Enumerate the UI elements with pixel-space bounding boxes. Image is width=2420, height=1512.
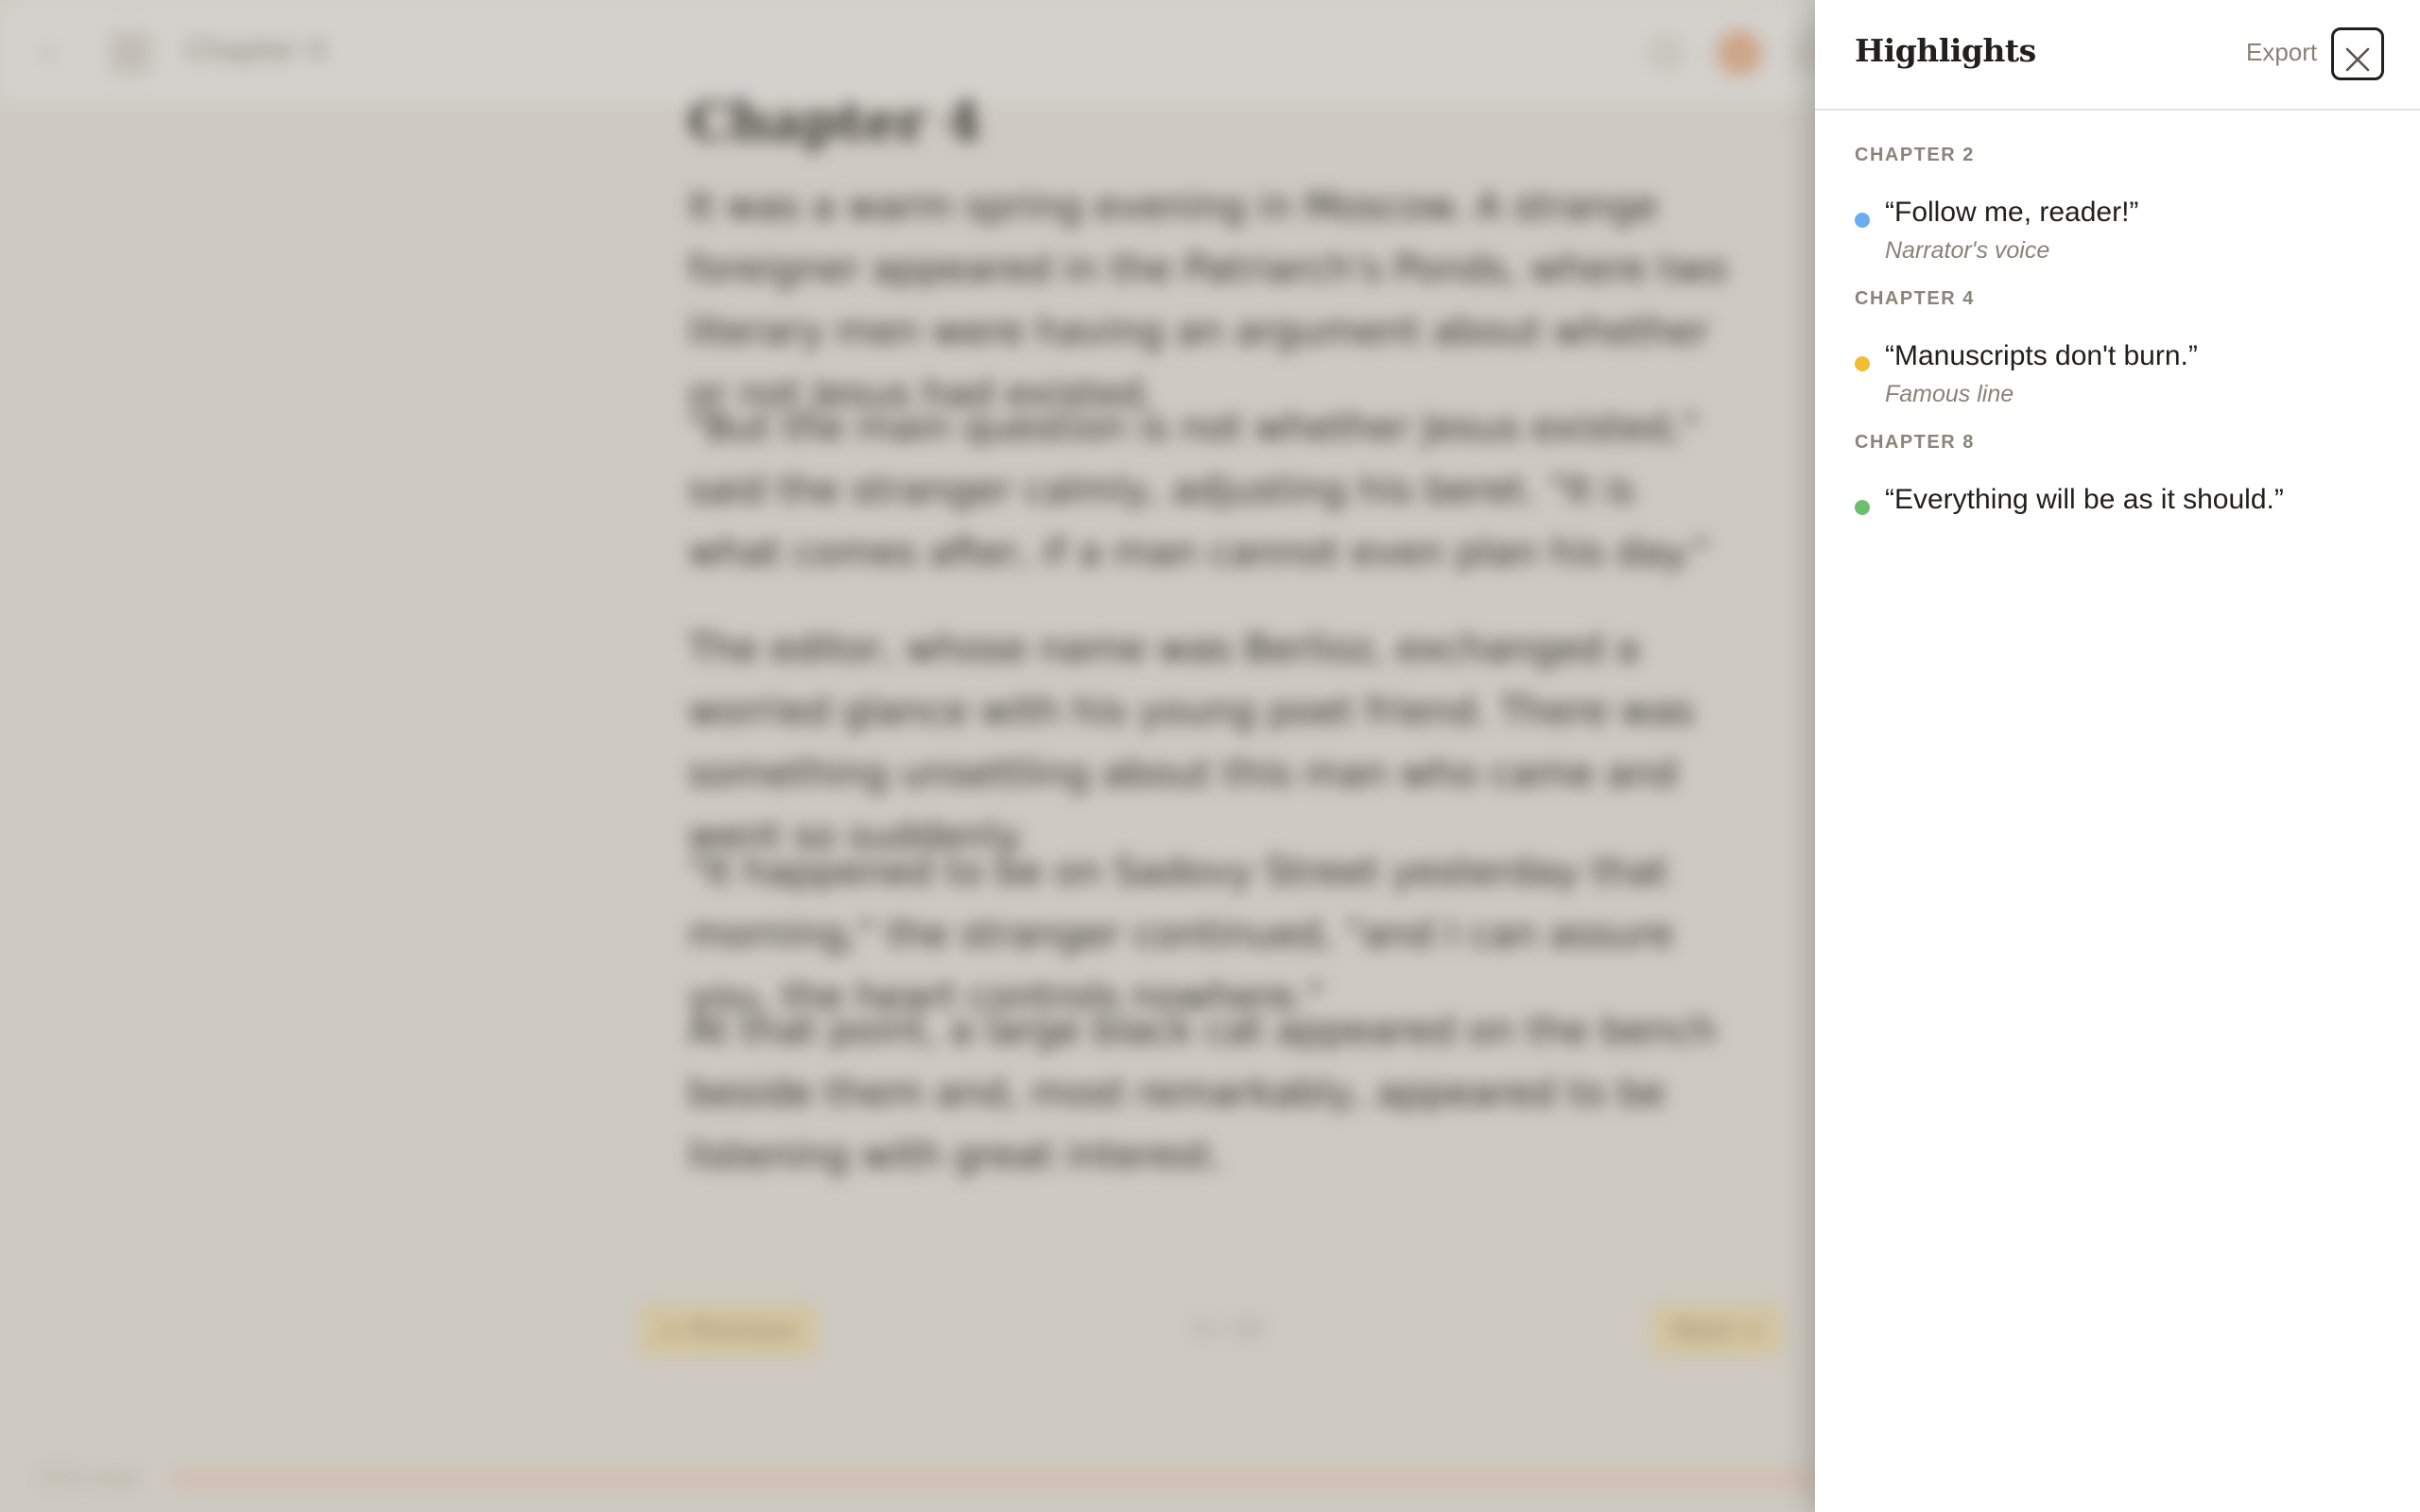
- highlight-item[interactable]: “Everything will be as it should.”: [1855, 479, 2384, 521]
- highlights-list: CHAPTER 2 “Follow me, reader!” Narrator'…: [1855, 109, 2384, 521]
- panel-header: Highlights Export: [1815, 0, 2420, 111]
- modal-backdrop[interactable]: [0, 0, 1815, 1512]
- highlight-color-dot: [1855, 356, 1870, 371]
- chapter-group: CHAPTER 4 “Manuscripts don't burn.” Famo…: [1855, 267, 2384, 411]
- highlight-quote: “Everything will be as it should.”: [1885, 484, 2284, 515]
- highlight-item[interactable]: “Follow me, reader!” Narrator's voice: [1855, 192, 2384, 267]
- highlight-quote: “Manuscripts don't burn.”: [1885, 340, 2198, 371]
- export-button[interactable]: Export: [2246, 38, 2317, 67]
- chapter-label: CHAPTER 2: [1855, 145, 1975, 165]
- highlight-note: Famous line: [1885, 381, 2014, 407]
- highlight-color-dot: [1855, 500, 1870, 515]
- close-button[interactable]: [2331, 27, 2384, 80]
- highlight-note: Narrator's voice: [1885, 237, 2050, 264]
- chapter-label: CHAPTER 8: [1855, 432, 1975, 453]
- close-icon: [2345, 47, 2370, 71]
- highlight-quote: “Follow me, reader!”: [1885, 197, 2139, 228]
- chapter-group: CHAPTER 8 “Everything will be as it shou…: [1855, 411, 2384, 521]
- highlight-item[interactable]: “Manuscripts don't burn.” Famous line: [1855, 335, 2384, 411]
- highlights-panel: Highlights Export CHAPTER 2 “Follow me, …: [1815, 0, 2420, 1512]
- chapter-label: CHAPTER 4: [1855, 288, 1975, 309]
- chapter-group: CHAPTER 2 “Follow me, reader!” Narrator'…: [1855, 109, 2384, 267]
- panel-title: Highlights: [1855, 32, 2036, 69]
- highlight-color-dot: [1855, 213, 1870, 228]
